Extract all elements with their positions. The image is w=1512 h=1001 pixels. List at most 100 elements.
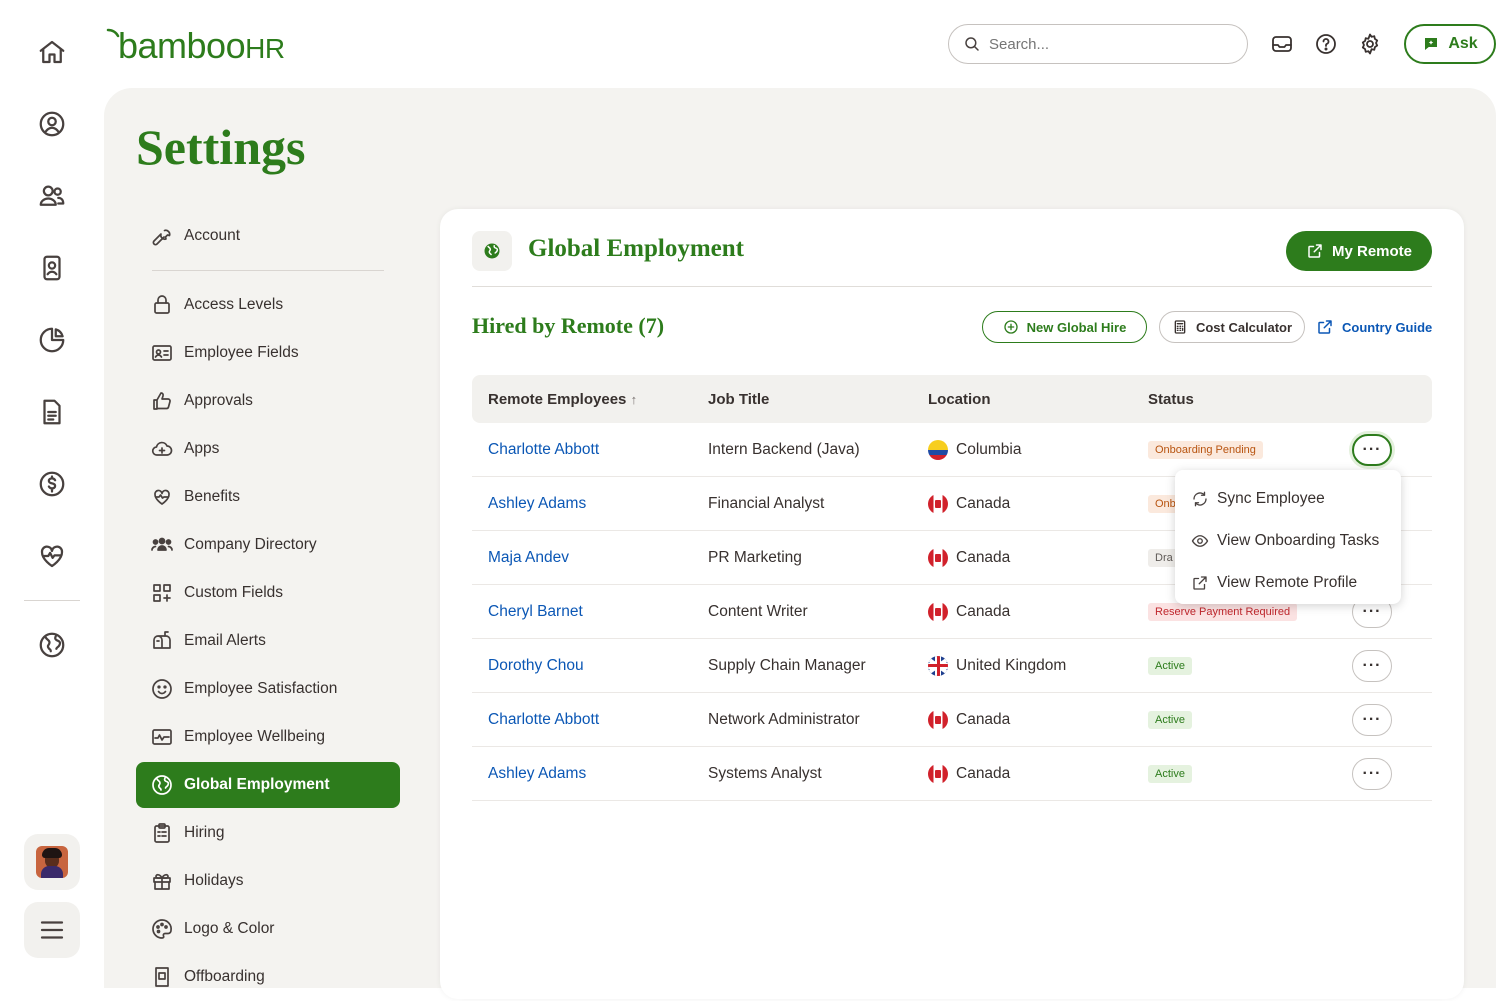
sidebar-item-account[interactable]: Account: [136, 212, 400, 260]
sidebar-item-offboarding[interactable]: Offboarding: [136, 953, 400, 1001]
sidebar-item-employee-satisfaction[interactable]: Employee Satisfaction: [136, 665, 400, 713]
country-guide-label: Country Guide: [1342, 319, 1433, 335]
help-button[interactable]: [1312, 30, 1340, 58]
sidebar-item-employee-fields[interactable]: Employee Fields: [136, 329, 400, 377]
people-icon: [39, 185, 65, 206]
sidebar-item-custom-fields[interactable]: Custom Fields: [136, 569, 400, 617]
settings-button[interactable]: [1356, 30, 1384, 58]
palette-icon: [152, 919, 172, 939]
menu-item-view-remote-profile[interactable]: View Remote Profile: [1175, 562, 1401, 604]
sidebar-item-apps[interactable]: Apps: [136, 425, 400, 473]
sidebar-item-label: Global Employment: [184, 776, 330, 793]
cost-calculator-button[interactable]: Cost Calculator: [1159, 311, 1305, 343]
canada-flag-icon: [928, 763, 948, 784]
row-actions-button[interactable]: ···: [1352, 757, 1392, 790]
global-employment-card: Global Employment My Remote Hired by Rem…: [440, 209, 1464, 999]
nav-reports[interactable]: [24, 312, 80, 368]
status-badge: Active: [1148, 765, 1192, 783]
cloud-plus-icon: [151, 441, 173, 456]
sidebar-item-label: Email Alerts: [184, 632, 266, 649]
search-input[interactable]: [989, 35, 1229, 53]
nav-files[interactable]: [24, 384, 80, 440]
search-box[interactable]: [948, 24, 1248, 64]
country-guide-link[interactable]: Country Guide: [1316, 311, 1432, 343]
employee-name-link[interactable]: Ashley Adams: [488, 495, 586, 512]
job-title: Financial Analyst: [708, 494, 825, 512]
canada-flag-icon: [928, 709, 948, 730]
sidebar-item-global-employment[interactable]: Global Employment: [136, 762, 400, 808]
nav-profile[interactable]: [24, 834, 80, 890]
mailbox-icon: [153, 631, 171, 649]
employee-name-link[interactable]: Dorothy Chou: [488, 657, 584, 674]
global-employment-badge: [472, 231, 512, 271]
pulse-icon: [152, 729, 172, 745]
column-header-job-title[interactable]: Job Title: [692, 391, 912, 408]
column-header-status[interactable]: Status: [1132, 391, 1352, 408]
ask-button[interactable]: Ask: [1404, 24, 1496, 64]
location: Canada: [956, 710, 1011, 728]
nav-global[interactable]: [24, 617, 80, 673]
row-actions-button[interactable]: ···: [1352, 433, 1392, 466]
page-title: Settings: [136, 119, 306, 175]
job-title: Content Writer: [708, 602, 808, 620]
inbox-button[interactable]: [1268, 30, 1296, 58]
sidebar-item-hiring[interactable]: Hiring: [136, 809, 400, 857]
ellipsis-icon: ···: [1362, 440, 1382, 458]
column-header-employees[interactable]: Remote Employees ↑: [472, 391, 692, 408]
uk-flag-icon: [928, 655, 948, 676]
plus-circle-icon: [1003, 320, 1018, 334]
employee-name-link[interactable]: Ashley Adams: [488, 765, 586, 782]
nav-people[interactable]: [24, 168, 80, 224]
sidebar-item-company-directory[interactable]: Company Directory: [136, 521, 400, 569]
nav-menu[interactable]: [24, 902, 80, 958]
employee-name-link[interactable]: Charlotte Abbott: [488, 711, 599, 728]
chat-sparkle-icon: [1425, 38, 1438, 50]
employee-name-link[interactable]: Cheryl Barnet: [488, 603, 583, 620]
inbox-icon: [1272, 36, 1292, 52]
nav-my-info[interactable]: [24, 96, 80, 152]
grid-plus-icon: [153, 584, 171, 602]
sidebar-item-email-alerts[interactable]: Email Alerts: [136, 617, 400, 665]
thumbs-up-icon: [153, 392, 171, 410]
canada-flag-icon: [928, 601, 948, 622]
new-global-hire-button[interactable]: New Global Hire: [982, 311, 1147, 343]
employee-name-link[interactable]: Maja Andev: [488, 549, 569, 566]
menu-item-sync-employee[interactable]: Sync Employee: [1175, 478, 1401, 520]
id-badge-icon: [43, 255, 61, 281]
sidebar-item-benefits[interactable]: Benefits: [136, 473, 400, 521]
row-actions-button[interactable]: ···: [1352, 649, 1392, 682]
nav-payroll[interactable]: [24, 456, 80, 512]
ellipsis-icon: ···: [1362, 602, 1382, 620]
my-remote-button[interactable]: My Remote: [1286, 231, 1432, 271]
status-badge: Onboarding Pending: [1148, 441, 1263, 459]
document-icon: [43, 399, 61, 425]
logo-suffix: HR: [245, 33, 285, 64]
nav-directory[interactable]: [24, 240, 80, 296]
sidebar-item-label: Benefits: [184, 488, 241, 505]
sidebar-item-logo-color[interactable]: Logo & Color: [136, 905, 400, 953]
sidebar-item-employee-wellbeing[interactable]: Employee Wellbeing: [136, 713, 400, 761]
nav-benefits[interactable]: [24, 528, 80, 584]
nav-home[interactable]: [24, 24, 80, 80]
employee-name-link[interactable]: Charlotte Abbott: [488, 441, 599, 458]
bamboohr-logo[interactable]: bambooHR: [106, 25, 285, 66]
sidebar-item-label: Employee Satisfaction: [184, 680, 338, 697]
menu-icon: [40, 921, 64, 939]
location: Canada: [956, 494, 1011, 512]
sidebar-item-label: Hiring: [184, 824, 225, 841]
job-title: Supply Chain Manager: [708, 656, 866, 674]
column-header-location[interactable]: Location: [912, 391, 1132, 408]
sidebar-item-approvals[interactable]: Approvals: [136, 377, 400, 425]
sidebar-item-label: Logo & Color: [184, 920, 275, 937]
heart-pulse-icon: [40, 545, 64, 568]
ask-label: Ask: [1448, 35, 1478, 52]
location: Canada: [956, 764, 1011, 782]
row-actions-button[interactable]: ···: [1352, 703, 1392, 736]
clipboard-icon: [154, 823, 170, 843]
location: Canada: [956, 602, 1011, 620]
pie-chart-icon: [39, 327, 65, 353]
sidebar-item-holidays[interactable]: Holidays: [136, 857, 400, 905]
sidebar-item-access-levels[interactable]: Access Levels: [136, 281, 400, 329]
menu-item-view-onboarding-tasks[interactable]: View Onboarding Tasks: [1175, 520, 1401, 562]
job-title: Intern Backend (Java): [708, 440, 860, 458]
